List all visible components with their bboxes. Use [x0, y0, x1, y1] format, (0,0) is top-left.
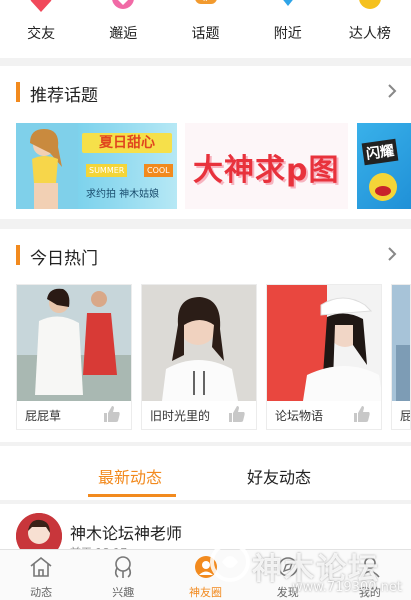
- nav-label: 动态: [30, 586, 53, 599]
- hot-section: 今日热门 屁屁草 旧时光里的 论坛物语 屁: [0, 229, 411, 442]
- banner-title: 大神求p图: [193, 153, 340, 188]
- nav-label: 兴趣: [112, 586, 135, 599]
- section-marker: [16, 245, 20, 265]
- category-dating[interactable]: 交友: [0, 0, 82, 58]
- nav-item-feed[interactable]: 动态: [0, 550, 82, 600]
- section-marker: [16, 82, 20, 102]
- nav-item-discover[interactable]: 发现: [247, 550, 329, 600]
- user-icon: [360, 557, 380, 578]
- hearts-icon: [112, 0, 135, 9]
- hot-card[interactable]: 屁: [391, 284, 411, 430]
- topic-banner-summer[interactable]: 夏日甜心 SUMMER COOL 求约拍 神木姑娘: [16, 123, 177, 209]
- hot-card-name: 旧时光里的: [150, 409, 211, 423]
- category-label: 交友: [27, 26, 56, 42]
- hot-header[interactable]: 今日热门: [0, 229, 411, 279]
- balloon-icon: [115, 556, 132, 578]
- category-encounter[interactable]: 邂逅: [82, 0, 164, 58]
- chevron-right-icon[interactable]: [385, 81, 399, 101]
- banner-title: 夏日甜心: [82, 133, 172, 153]
- hot-card[interactable]: 论坛物语: [266, 284, 382, 430]
- banner-tag: SUMMER: [86, 164, 128, 177]
- recommend-header[interactable]: 推荐话题: [0, 66, 411, 116]
- user-photo: [142, 285, 256, 401]
- thumbs-up-icon[interactable]: [228, 405, 246, 423]
- category-label: 话题: [191, 26, 220, 42]
- chevron-right-icon[interactable]: [385, 244, 399, 264]
- topic-banner-shine[interactable]: 闪耀: [357, 123, 411, 209]
- category-label: 达人榜: [348, 26, 391, 42]
- heart-icon: [30, 0, 52, 12]
- thumbs-up-icon[interactable]: [353, 405, 371, 423]
- user-photo: [392, 285, 410, 401]
- nav-label: 神友圈: [189, 586, 222, 599]
- category-ranking[interactable]: 达人榜: [329, 0, 411, 58]
- section-title: 推荐话题: [30, 86, 98, 106]
- hashtag-icon: #: [194, 0, 217, 4]
- feed-tabs: 最新动态 好友动态: [0, 446, 411, 500]
- nav-item-interests[interactable]: 兴趣: [82, 550, 164, 600]
- thumbs-up-icon[interactable]: [103, 405, 121, 423]
- svg-text:#: #: [201, 0, 209, 4]
- recommend-section: 推荐话题 夏日甜心 SUMMER COOL 求约拍 神木姑娘 大神求p图 闪耀: [0, 66, 411, 219]
- tab-friends[interactable]: 好友动态: [247, 464, 311, 488]
- category-topic[interactable]: # 话题: [164, 0, 246, 58]
- nav-label: 发现: [276, 586, 299, 599]
- compass-icon: [277, 557, 298, 577]
- user-photo: [17, 285, 131, 401]
- category-label: 附近: [273, 26, 302, 42]
- model-photo: [16, 123, 78, 209]
- crown-icon: [359, 0, 381, 9]
- category-row: 交友 邂逅 # 话题 附近 达人榜: [0, 0, 411, 58]
- section-title: 今日热门: [30, 249, 98, 269]
- feed-post[interactable]: 神木论坛神老师 前天 18:17: [0, 504, 411, 559]
- active-tab-indicator: [88, 494, 176, 497]
- hot-card-name: 论坛物语: [275, 409, 324, 423]
- tab-latest[interactable]: 最新动态: [98, 464, 162, 488]
- hot-card[interactable]: 屁屁草: [16, 284, 132, 430]
- banner-caption: 求约拍 神木姑娘: [86, 189, 160, 200]
- cartoon-face-icon: [369, 173, 397, 201]
- post-author[interactable]: 神木论坛神老师: [70, 520, 182, 544]
- category-nearby[interactable]: 附近: [247, 0, 329, 58]
- topic-banner-photoshop[interactable]: 大神求p图: [185, 123, 348, 209]
- bottom-nav: 动态 兴趣 神友圈 发现 我的: [0, 549, 411, 600]
- nav-item-circle[interactable]: 神友圈: [164, 550, 246, 600]
- circle-friends-icon: [194, 556, 217, 578]
- hot-card-name: 屁屁草: [25, 409, 62, 423]
- banner-tag: COOL: [144, 164, 173, 177]
- category-label: 邂逅: [109, 26, 138, 42]
- location-pin-icon: [282, 0, 293, 6]
- house-icon: [30, 556, 52, 577]
- hot-card-name: 屁: [400, 409, 411, 423]
- nav-item-profile[interactable]: 我的: [329, 550, 411, 600]
- nav-label: 我的: [358, 586, 381, 599]
- hot-card[interactable]: 旧时光里的: [141, 284, 257, 430]
- user-photo: [267, 285, 381, 401]
